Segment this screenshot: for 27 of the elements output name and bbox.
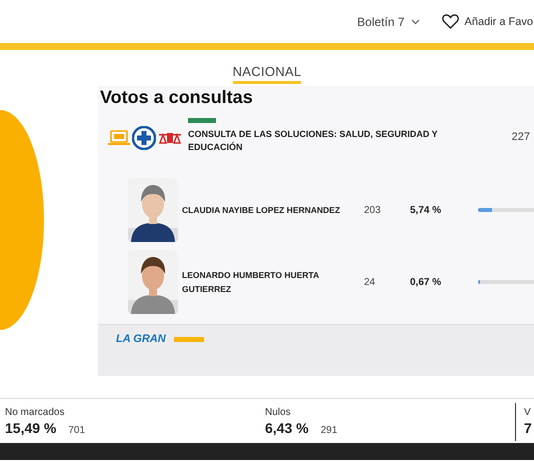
accent-bar xyxy=(188,118,216,123)
candidate-name: LEONARDO HUMBERTO HUERTA GUTIERREZ xyxy=(181,269,320,296)
vote-count: 203 xyxy=(364,204,382,216)
section-title: Votos a consultas xyxy=(100,86,254,108)
summary-count: 291 xyxy=(320,425,338,436)
candidate-name: CLAUDIA NAYIBE LOPEZ HERNANDEZ xyxy=(181,204,342,217)
laptop-icon xyxy=(108,130,130,146)
summary-label: No marcados xyxy=(5,407,66,418)
medical-cross-icon xyxy=(132,126,156,150)
summary-label: Nulos xyxy=(265,407,292,418)
justice-scale-icon xyxy=(158,131,182,145)
accent-bar xyxy=(174,337,204,342)
summary-count: 701 xyxy=(68,425,86,436)
summary-percentage: 6,43 % xyxy=(265,420,309,436)
vote-percentage: 0,67 % xyxy=(410,276,442,288)
vote-count: 24 xyxy=(364,276,376,288)
summary-percentage: 7 xyxy=(524,420,532,436)
chevron-down-icon xyxy=(410,18,420,24)
vote-count: 227 xyxy=(512,131,530,143)
vote-percentage: 5,74 % xyxy=(410,204,442,216)
summary-percentage: 15,49 % xyxy=(5,420,56,436)
summary-label: V xyxy=(524,407,532,418)
consultation-title: CONSULTA DE LAS SOLUCIONES: SALUD, SEGURIDAD Y EDUCACIÓN xyxy=(188,128,439,154)
bulletin-dropdown[interactable]: Boletín 7 xyxy=(357,14,420,28)
heart-icon xyxy=(442,14,459,29)
consultation-logo: LA GRAN xyxy=(116,333,166,346)
add-favorite-link[interactable]: Añadir a Favo xyxy=(442,14,534,29)
